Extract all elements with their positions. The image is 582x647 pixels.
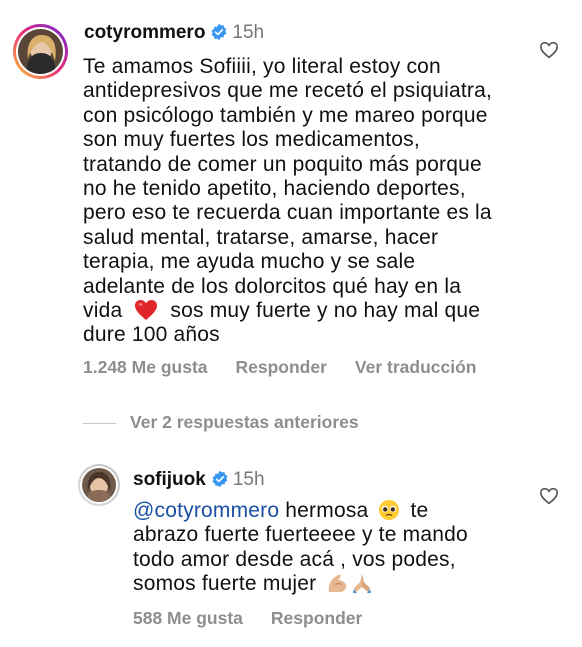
comment-actions: 1.248 Me gusta Responder Ver traducción	[83, 357, 504, 378]
comment-line: @cotyrommero hermosa te	[133, 499, 533, 523]
comment-text: @cotyrommero hermosa te abrazo fuerte fu…	[133, 499, 533, 597]
comment-word: te	[410, 499, 429, 522]
like-count[interactable]: 1.248 Me gusta	[83, 357, 208, 377]
flexed-biceps-emoji	[329, 574, 347, 593]
comment-line: terapia, me ayuda mucho y se sale	[83, 250, 416, 274]
comment-word: vida	[83, 299, 123, 323]
comment-word: somos fuerte mujer	[133, 572, 317, 596]
comment-word: hermosa	[285, 499, 369, 522]
username[interactable]: cotyrommero	[84, 22, 205, 43]
comment-line: tratando de comer un poquito más porque	[83, 152, 482, 176]
reply-button[interactable]: Responder	[271, 608, 362, 628]
verified-badge-icon	[212, 470, 228, 488]
translate-button[interactable]: Ver traducción	[355, 357, 477, 377]
mention-link[interactable]: @cotyrommero	[133, 499, 279, 522]
pleading-face-emoji	[379, 500, 400, 520]
timestamp: 15h	[232, 22, 265, 43]
comment-word: sos muy fuerte y no hay mal que	[170, 299, 481, 323]
comment-line: somos fuerte mujer	[133, 572, 533, 596]
folded-hands-emoji	[353, 574, 372, 594]
verified-badge-icon	[211, 23, 227, 41]
comment-header: sofijuok 15h	[133, 469, 265, 491]
comment-actions: 588 Me gusta Responder	[133, 608, 390, 629]
heart-outline-icon[interactable]	[539, 487, 559, 505]
red-heart-emoji	[135, 300, 158, 321]
avatar[interactable]	[78, 464, 120, 506]
heart-outline-icon[interactable]	[539, 41, 559, 59]
like-count[interactable]: 588 Me gusta	[133, 608, 243, 628]
comment-line: con psicólogo también y me mareo porque	[83, 103, 488, 127]
divider-line	[83, 423, 116, 424]
avatar[interactable]	[13, 24, 68, 79]
comment-line: vida sos muy fuerte y no hay mal que	[83, 299, 543, 323]
comment-header: cotyrommero 15h	[84, 22, 264, 44]
comment-line: abrazo fuerte fuerteeee y te mando	[133, 523, 468, 547]
comment-text: Te amamos Sofiiii, yo literal estoy con …	[83, 55, 543, 348]
username[interactable]: sofijuok	[133, 469, 206, 490]
reply-button[interactable]: Responder	[236, 357, 327, 377]
comment-line: antidepresivos que me recetó el psiquiat…	[83, 79, 492, 103]
comment-line: adelante de los dolorcitos qué hay en la	[83, 274, 462, 298]
comment-line: Te amamos Sofiiii, yo literal estoy con	[83, 55, 441, 78]
timestamp: 15h	[232, 469, 265, 490]
view-replies-label[interactable]: Ver 2 respuestas anteriores	[130, 412, 359, 433]
comment-line: salud mental, tratarse, amarse, hacer	[83, 225, 439, 249]
comment-line: dure 100 años	[83, 323, 220, 347]
comment-line: todo amor desde acá , vos podes,	[133, 547, 456, 571]
comment-line: pero eso te recuerda cuan importante es …	[83, 201, 492, 225]
comment-line: son muy fuertes los medicamentos,	[83, 128, 420, 152]
comment-line: no he tenido apetito, haciendo deportes,	[83, 177, 466, 201]
